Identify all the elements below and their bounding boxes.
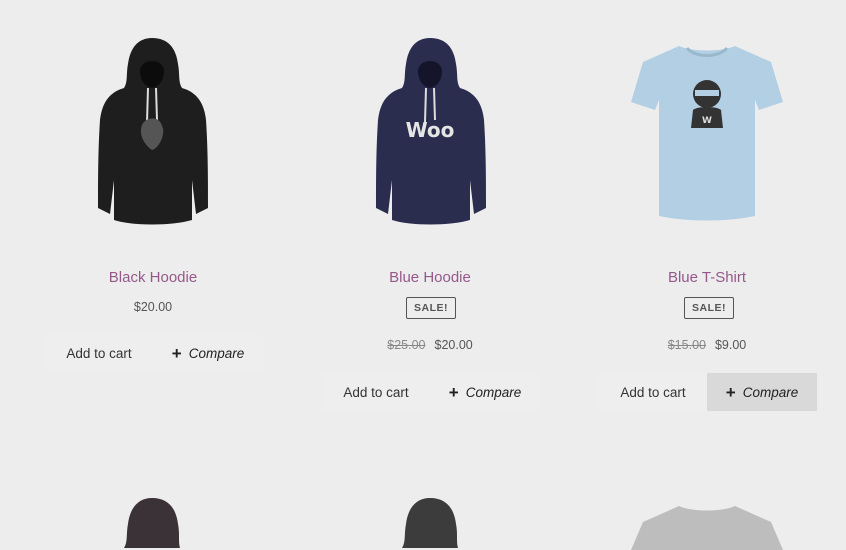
old-price: $15.00 xyxy=(667,338,706,352)
product-price: $25.00 $20.00 xyxy=(310,338,550,352)
hoodie-image[interactable] xyxy=(330,490,530,550)
product-price: $15.00 $9.00 xyxy=(587,338,827,352)
old-price: $25.00 xyxy=(387,338,426,352)
sale-badge: SALE! xyxy=(684,297,734,319)
sale-badge: SALE! xyxy=(406,297,456,319)
svg-text:Woo: Woo xyxy=(406,118,455,142)
product-price: $20.00 xyxy=(133,300,173,314)
blue-hoodie-image[interactable]: Woo xyxy=(330,30,530,240)
tshirt-image[interactable] xyxy=(607,490,807,550)
black-hoodie-image[interactable] xyxy=(52,30,252,240)
compare-label: Compare xyxy=(465,384,522,400)
compare-button[interactable]: + Compare xyxy=(430,373,540,411)
product-actions: Add to cart + Compare xyxy=(322,373,540,411)
product-title[interactable]: Black Hoodie xyxy=(33,269,273,286)
blue-tshirt-image[interactable]: W xyxy=(607,30,807,240)
compare-label: Compare xyxy=(188,345,245,361)
current-price: $20.00 xyxy=(434,338,473,352)
add-to-cart-button[interactable]: Add to cart xyxy=(599,373,707,411)
product-title[interactable]: Blue Hoodie xyxy=(310,269,550,286)
add-to-cart-button[interactable]: Add to cart xyxy=(45,334,153,372)
svg-text:W: W xyxy=(702,116,712,126)
product-actions: Add to cart + Compare xyxy=(45,334,263,372)
current-price: $9.00 xyxy=(714,338,747,352)
compare-label: Compare xyxy=(742,384,799,400)
plus-icon: + xyxy=(448,382,459,402)
product-title[interactable]: Blue T-Shirt xyxy=(587,269,827,286)
plus-icon: + xyxy=(171,343,182,363)
add-to-cart-button[interactable]: Add to cart xyxy=(322,373,430,411)
plus-icon: + xyxy=(725,382,736,402)
compare-button[interactable]: + Compare xyxy=(707,373,817,411)
hoodie-image[interactable] xyxy=(52,490,252,550)
product-actions: Add to cart + Compare xyxy=(599,373,817,411)
compare-button[interactable]: + Compare xyxy=(153,334,263,372)
